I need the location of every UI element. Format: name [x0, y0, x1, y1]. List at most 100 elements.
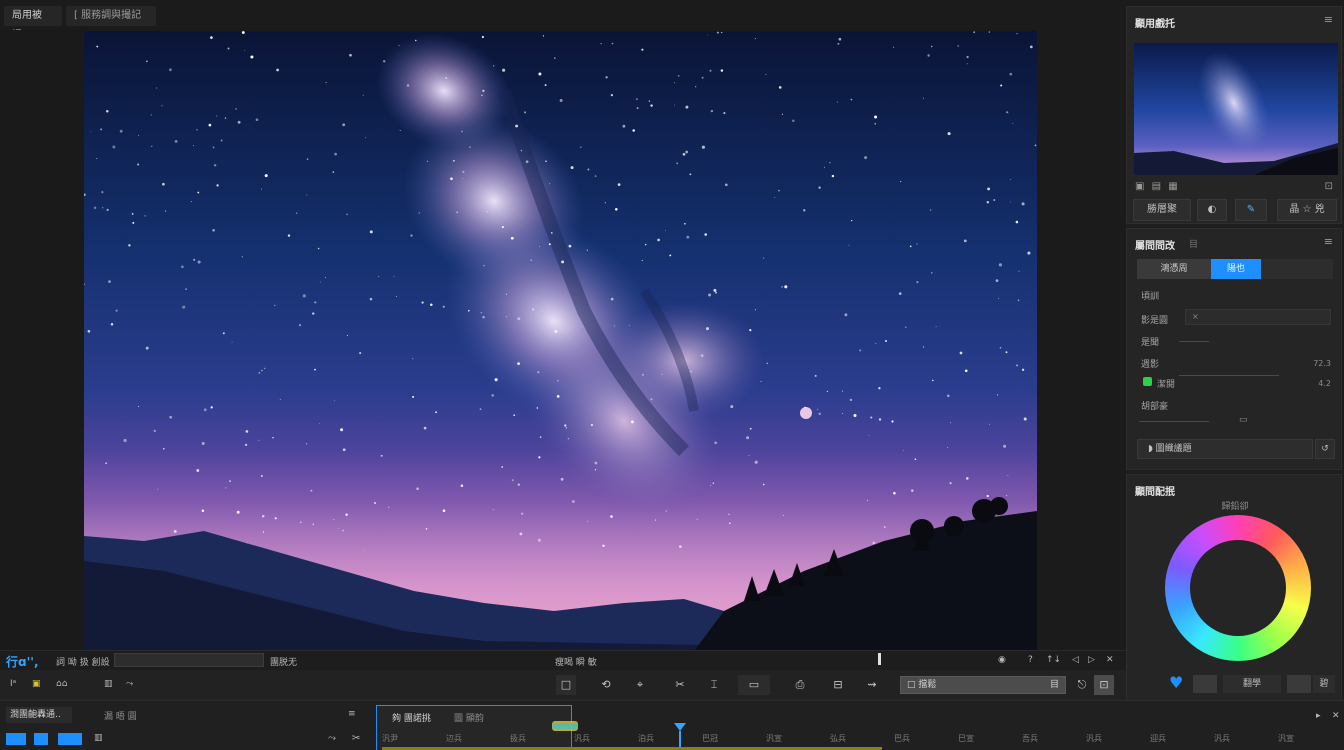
star [302, 294, 306, 298]
ruler-label: 汎宣 [1278, 734, 1294, 743]
timeline-scroll-icon[interactable]: ▸ [1316, 711, 1321, 721]
status-icon-1[interactable]: ◉ [998, 655, 1006, 665]
navigator-button-3[interactable]: ✎ [1235, 199, 1267, 221]
swatch-1[interactable] [1193, 675, 1217, 693]
star [927, 54, 930, 57]
slider-1[interactable] [1179, 375, 1279, 376]
star [851, 220, 853, 222]
star [486, 211, 488, 213]
help-icon[interactable]: ? [1028, 655, 1033, 665]
tool-flow[interactable]: ⇝ [862, 675, 882, 695]
star [190, 201, 192, 203]
next-icon[interactable]: ▷ [1088, 655, 1095, 665]
tool-frame[interactable]: ▭ [738, 675, 770, 695]
navigator-button-4[interactable]: 晶 ☆ 兇 [1277, 199, 1337, 221]
track-button-1[interactable] [6, 733, 26, 745]
playhead-icon[interactable] [674, 723, 686, 731]
sort-icon[interactable]: ↑↓ [1046, 655, 1061, 665]
document-tab-1[interactable]: 局用被提... [4, 6, 62, 41]
document-tab-2[interactable]: [ 服務調與撮記 [66, 6, 156, 26]
star [784, 285, 788, 289]
timeline-menu-icon[interactable]: ≡ [348, 709, 356, 719]
playhead-marker [878, 653, 881, 665]
color-button-2[interactable]: 碧 [1313, 675, 1335, 693]
list-icon[interactable]: ▤ [1152, 181, 1161, 192]
tool-cut[interactable]: ✂ [670, 675, 690, 695]
star [161, 105, 163, 107]
preset-dropdown[interactable]: ◗ 圖織議題 [1137, 439, 1313, 459]
star [544, 84, 547, 87]
properties-menu-icon[interactable]: ≡ [1324, 235, 1333, 248]
slider-icon[interactable]: ▭ [1239, 415, 1248, 425]
star [287, 234, 291, 237]
track-button-3[interactable] [58, 733, 82, 745]
segment-3[interactable] [1261, 259, 1333, 279]
star [445, 76, 448, 80]
tool-minus[interactable]: ⊟ [828, 675, 848, 695]
track-tool-1[interactable]: ⤳ [328, 733, 336, 744]
panel-menu-icon[interactable]: ≡ [1324, 13, 1333, 26]
grid-icon[interactable]: ▦ [1168, 181, 1177, 192]
timeline-tab-other[interactable]: 圖 顯韵 [454, 711, 484, 724]
star [891, 420, 894, 423]
star [602, 544, 605, 547]
timeline-tab-active[interactable]: 夠 團諾挑 [392, 711, 431, 724]
navigator-thumbnail[interactable] [1134, 43, 1338, 175]
fullscreen-icon[interactable]: ⊡ [1094, 675, 1114, 695]
prop-dropdown[interactable]: × [1185, 309, 1331, 325]
expand-icon[interactable]: ⊡ [1325, 181, 1333, 192]
color-wheel[interactable] [1165, 515, 1311, 661]
tool-print[interactable]: ⎙ [790, 675, 810, 695]
navigator-button-2[interactable]: ◐ [1197, 199, 1227, 221]
track-button-4[interactable]: ▥ [94, 733, 103, 743]
tool-rotate[interactable]: ⟲ [596, 675, 616, 695]
color-button-1[interactable]: 翻學 [1223, 675, 1281, 693]
track-tool-2[interactable]: ✂ [352, 733, 360, 744]
star [362, 94, 364, 96]
star [382, 60, 386, 63]
star [550, 322, 552, 324]
star [435, 411, 438, 414]
export-icon[interactable]: ⎋ [1072, 675, 1092, 695]
star [310, 489, 313, 492]
star [482, 89, 485, 92]
image-canvas[interactable] [84, 31, 1037, 651]
navigator-button-1[interactable]: 勝層聚 [1133, 199, 1191, 221]
segment-1[interactable]: 鴻憑周 [1137, 259, 1211, 279]
tool-text[interactable]: ⌶ [704, 675, 724, 695]
tool-target[interactable]: ⌖ [630, 675, 650, 695]
prop-dropdown-value: × [1192, 312, 1199, 321]
tool-select[interactable]: □ [556, 675, 576, 695]
close-icon[interactable]: ✕ [1106, 655, 1114, 665]
heart-icon[interactable]: ♥ [1169, 675, 1183, 691]
frame-icon[interactable]: ▣ [1135, 181, 1144, 192]
star [274, 517, 277, 520]
star [781, 286, 783, 288]
prop-row-5-label: 潔閱 [1157, 380, 1176, 390]
star [165, 210, 167, 212]
toolbar-item-3[interactable]: ⌂⌂ [56, 679, 67, 689]
star [481, 35, 484, 39]
star [986, 494, 989, 498]
swatch-2[interactable] [1287, 675, 1311, 693]
toolbar-item-4[interactable]: ▥ [104, 679, 113, 689]
undo-icon[interactable]: ↺ [1315, 439, 1335, 459]
toolbar-item-5[interactable]: ⤳ [126, 679, 133, 689]
status-field[interactable] [114, 653, 264, 667]
toolbar-item-1[interactable]: Iᵃ [10, 679, 16, 689]
star [416, 487, 419, 491]
toolbar-item-2[interactable]: ▣ [32, 679, 41, 689]
prop-row-4-label: 週影 [1141, 360, 1160, 370]
star [613, 325, 615, 327]
green-checkbox[interactable] [1143, 377, 1152, 386]
slider-short[interactable] [1179, 341, 1209, 342]
star [714, 441, 718, 445]
zoom-input[interactable]: □ 擋鬆 目 [900, 676, 1066, 694]
prev-icon[interactable]: ◁ [1072, 655, 1079, 665]
star [695, 86, 697, 88]
segment-2-active[interactable]: 陽也 [1211, 259, 1261, 279]
timeline-close-icon[interactable]: ✕ [1332, 711, 1340, 721]
slider-2[interactable] [1139, 421, 1209, 422]
star [93, 206, 97, 210]
track-button-2[interactable] [34, 733, 48, 745]
